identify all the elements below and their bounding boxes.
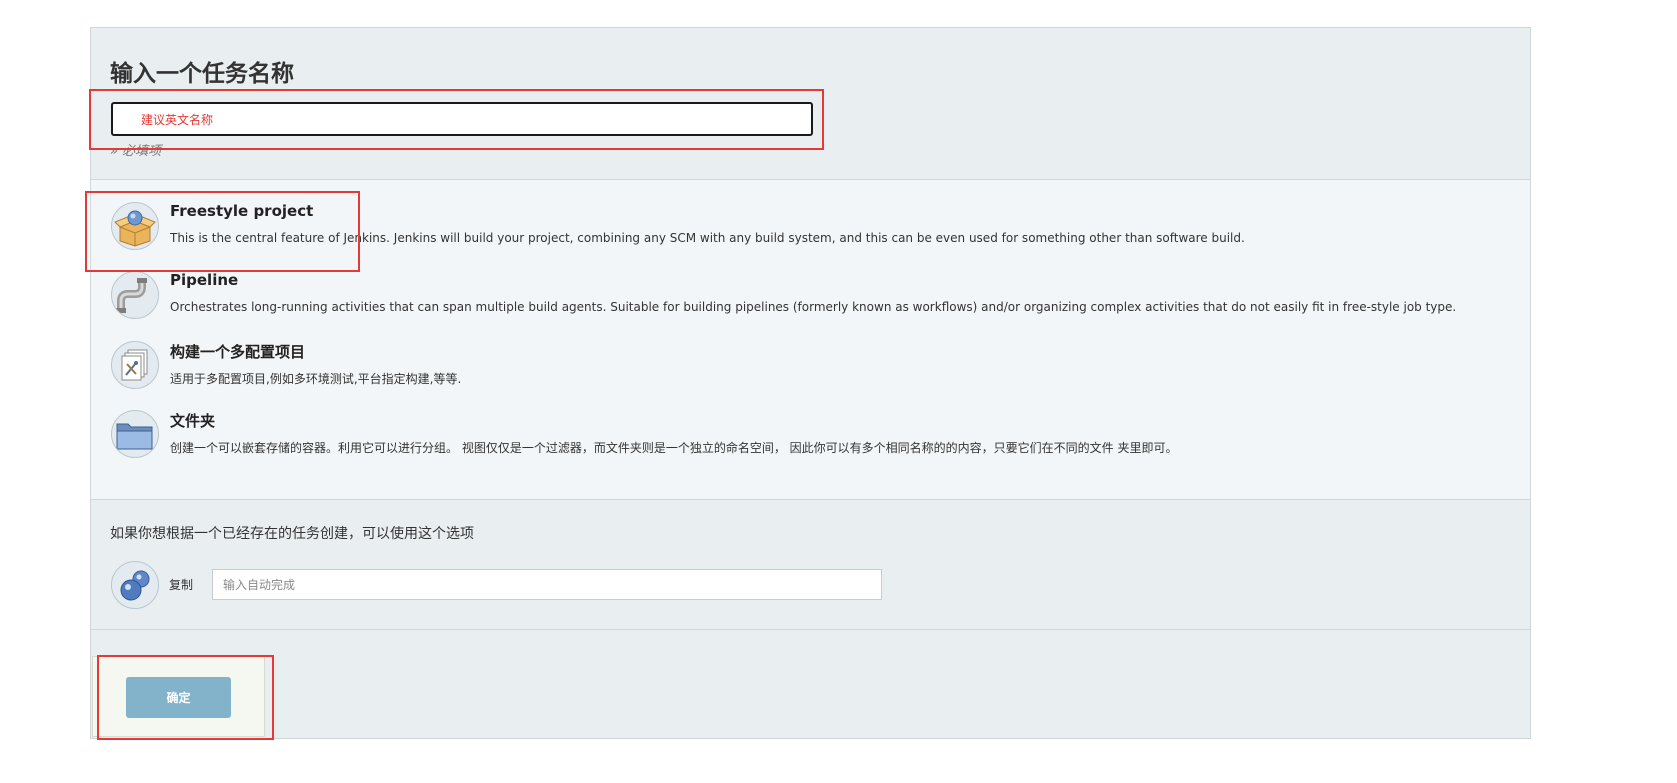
ok-button[interactable]: 确定	[126, 677, 231, 718]
copy-from-input[interactable]	[212, 569, 882, 600]
item-type-folder[interactable]: 文件夹 创建一个可以嵌套存储的容器。利用它可以进行分组。 视图仅仅是一个过滤器，…	[111, 406, 1511, 470]
item-type-name: 文件夹	[170, 412, 216, 430]
copy-label: 复制	[169, 578, 194, 592]
copy-section-heading: 如果你想根据一个已经存在的任务创建，可以使用这个选项	[110, 526, 474, 542]
freestyle-box-icon	[111, 202, 159, 250]
item-name-input[interactable]: 建议英文名称	[111, 102, 813, 136]
copy-spheres-icon	[111, 561, 159, 609]
folder-icon	[111, 410, 159, 458]
section-divider	[91, 629, 1530, 630]
item-type-description: Orchestrates long-running activities tha…	[170, 300, 1457, 314]
required-note: » 必填项	[110, 144, 162, 159]
page-title: 输入一个任务名称	[110, 61, 294, 87]
pipeline-pipe-icon	[111, 271, 159, 319]
item-type-name: Freestyle project	[170, 202, 314, 220]
item-name-hint: 建议英文名称	[141, 112, 214, 127]
multi-config-icon	[111, 341, 159, 389]
item-type-description: 适用于多配置项目,例如多环境测试,平台指定构建,等等.	[170, 372, 462, 386]
item-type-name: Pipeline	[170, 271, 239, 289]
item-type-freestyle[interactable]: Freestyle project This is the central fe…	[111, 198, 1511, 262]
item-type-multi-config[interactable]: 构建一个多配置项目 适用于多配置项目,例如多环境测试,平台指定构建,等等.	[111, 337, 1511, 401]
item-type-pipeline[interactable]: Pipeline Orchestrates long-running activ…	[111, 267, 1511, 331]
item-type-name: 构建一个多配置项目	[170, 343, 306, 361]
item-type-description: 创建一个可以嵌套存储的容器。利用它可以进行分组。 视图仅仅是一个过滤器，而文件夹…	[170, 441, 1178, 455]
item-type-description: This is the central feature of Jenkins. …	[170, 231, 1245, 245]
